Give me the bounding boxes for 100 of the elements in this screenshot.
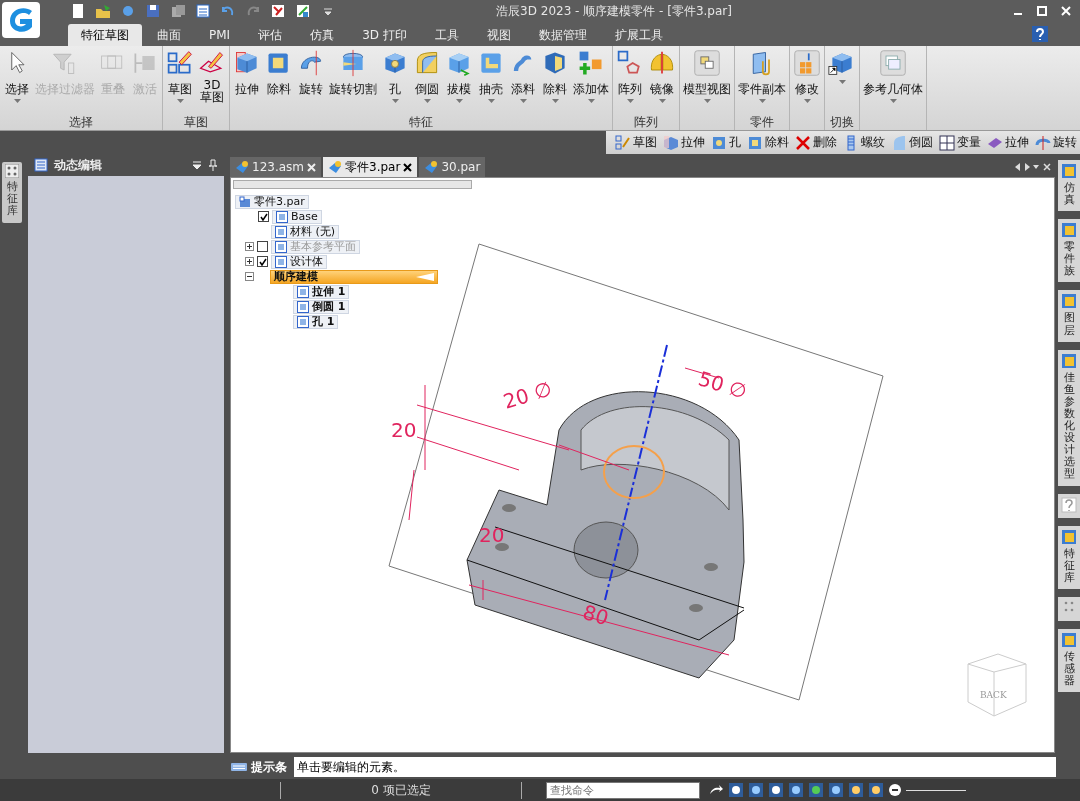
ribbon-button[interactable]: 添加体 [571, 46, 611, 115]
document-tab[interactable]: 123.asm [230, 157, 321, 177]
ribbon-tab[interactable]: 仿真 [297, 24, 348, 46]
ribbon-button[interactable]: 镜像 [646, 46, 678, 115]
dock-tab[interactable]: 图层 [1058, 290, 1080, 342]
tree-item[interactable]: 设计体 [271, 254, 327, 269]
view-tool-icon[interactable] [788, 782, 804, 798]
command-button[interactable]: 删除 [794, 133, 838, 152]
ribbon-button[interactable]: 修改 [791, 46, 823, 115]
ribbon-button[interactable]: 模型视图 [681, 46, 733, 115]
mirror-icon [648, 49, 676, 77]
grip-handle[interactable] [1058, 596, 1080, 621]
pin-icon[interactable] [208, 159, 218, 171]
tree-item[interactable]: 零件3.par [235, 194, 309, 209]
tree-item[interactable]: 顺序建模 [270, 269, 438, 284]
tree-item[interactable]: 倒圆 1 [293, 299, 350, 314]
command-button[interactable]: 孔 [710, 133, 742, 152]
feature-icon [275, 225, 287, 238]
maximize-icon[interactable] [1036, 5, 1048, 17]
zoom-out-icon[interactable] [888, 783, 902, 797]
ribbon-button[interactable]: 除料 [539, 46, 571, 115]
command-button[interactable]: 变量 [938, 133, 982, 152]
ribbon-tab[interactable]: 扩展工具 [601, 24, 676, 46]
command-button[interactable]: 草图 [614, 133, 658, 152]
view-tool-icon[interactable] [728, 782, 744, 798]
expand-icon[interactable] [245, 257, 254, 266]
view-tool-icon[interactable] [868, 782, 884, 798]
view-tool-icon[interactable] [768, 782, 784, 798]
close-icon[interactable] [403, 162, 413, 172]
ribbon-button[interactable]: 孔 [379, 46, 411, 115]
tree-item[interactable]: Base [272, 209, 322, 224]
command-button[interactable]: 倒圆 [890, 133, 934, 152]
ribbon-button[interactable]: 除料 [263, 46, 295, 115]
caret-icon [551, 96, 559, 104]
view-tool-icon[interactable] [848, 782, 864, 798]
dropdown-icon[interactable] [192, 160, 202, 170]
copies-icon[interactable] [170, 3, 186, 19]
dock-tab[interactable]: 传感器 [1058, 628, 1080, 693]
visibility-checkbox[interactable] [258, 211, 269, 222]
dock-tab[interactable]: 佳鱼参数化设计选型 [1058, 349, 1080, 486]
ribbon-button[interactable]: 3D 草图 [196, 46, 228, 115]
command-button[interactable]: 除料 [746, 133, 790, 152]
save-icon[interactable] [145, 3, 161, 19]
new-file-icon[interactable] [70, 3, 86, 19]
ribbon-button[interactable]: 旋转 [295, 46, 327, 115]
part-icon [424, 160, 439, 174]
dock-tab[interactable]: 特征库 [2, 162, 22, 224]
ribbon-button[interactable]: 草图 [164, 46, 196, 115]
app-logo[interactable] [2, 2, 40, 38]
ribbon-tab[interactable]: 数据管理 [525, 24, 600, 46]
command-button[interactable]: 旋转 [1034, 133, 1078, 152]
ribbon-button[interactable]: 参考几何体 [861, 46, 925, 115]
variables-icon [939, 134, 955, 151]
ribbon-tab[interactable]: 评估 [245, 24, 296, 46]
ribbon-button[interactable]: 零件副本 [736, 46, 788, 115]
tree-item[interactable]: 孔 1 [293, 314, 339, 329]
ribbon-tab[interactable]: 曲面 [144, 24, 194, 46]
ribbon-tab[interactable]: 3D 打印 [349, 24, 420, 46]
ribbon-button[interactable]: 旋转切割 [327, 46, 379, 115]
round-icon [891, 134, 907, 151]
delete-icon [795, 134, 811, 151]
document-tab[interactable]: 零件3.par [323, 157, 418, 177]
ribbon-button[interactable]: 倒圆 [411, 46, 443, 115]
ribbon-button[interactable]: 阵列 [614, 46, 646, 115]
dimension-label: 50 ∅ [695, 366, 750, 404]
ribbon-button[interactable]: 抽壳 [475, 46, 507, 115]
help-icon[interactable] [1032, 26, 1048, 42]
ribbon-tab[interactable]: PMI [196, 24, 244, 46]
caret-icon [587, 96, 595, 104]
view-tool-icon[interactable] [828, 782, 844, 798]
tree-item[interactable]: 材料 (无) [271, 224, 340, 239]
ribbon-button[interactable]: 选择 [1, 46, 33, 115]
document-tab[interactable]: 30.par [419, 157, 486, 177]
dock-tab[interactable]: 零件族 [1058, 219, 1080, 283]
command-button[interactable]: 螺纹 [842, 133, 886, 152]
ribbon-button[interactable]: 拔模 [443, 46, 475, 115]
ribbon-tab[interactable]: 视图 [473, 24, 524, 46]
dock-tab[interactable]: 特征库 [1058, 525, 1080, 589]
visibility-checkbox[interactable] [257, 256, 268, 267]
ribbon-tab[interactable]: 特征草图 [68, 24, 142, 46]
help-tab[interactable] [1058, 493, 1080, 518]
command-search-field[interactable]: 查找命令 [546, 781, 700, 799]
triangle-icon [416, 272, 434, 281]
open-folder-icon[interactable] [95, 3, 111, 19]
command-button[interactable]: 拉伸 [986, 133, 1030, 152]
hole-icon [711, 134, 727, 151]
ribbon-tab[interactable]: 工具 [421, 24, 472, 46]
ribbon-button[interactable]: 添料 [507, 46, 539, 115]
view-tool-icon[interactable] [808, 782, 824, 798]
collapse-icon[interactable] [245, 272, 254, 281]
dock-tab[interactable]: 仿真 [1058, 160, 1080, 212]
view-tool-icon[interactable] [748, 782, 764, 798]
list-icon[interactable] [195, 3, 211, 19]
caret-icon [658, 96, 666, 104]
scroll-bar[interactable] [233, 180, 472, 189]
ribbon-button[interactable]: 拉伸 [231, 46, 263, 115]
command-button[interactable]: 拉伸 [662, 133, 706, 152]
tree-item[interactable]: 拉伸 1 [293, 284, 350, 299]
tab-scroll-icon[interactable] [1015, 163, 1039, 171]
caret-icon [838, 77, 846, 85]
